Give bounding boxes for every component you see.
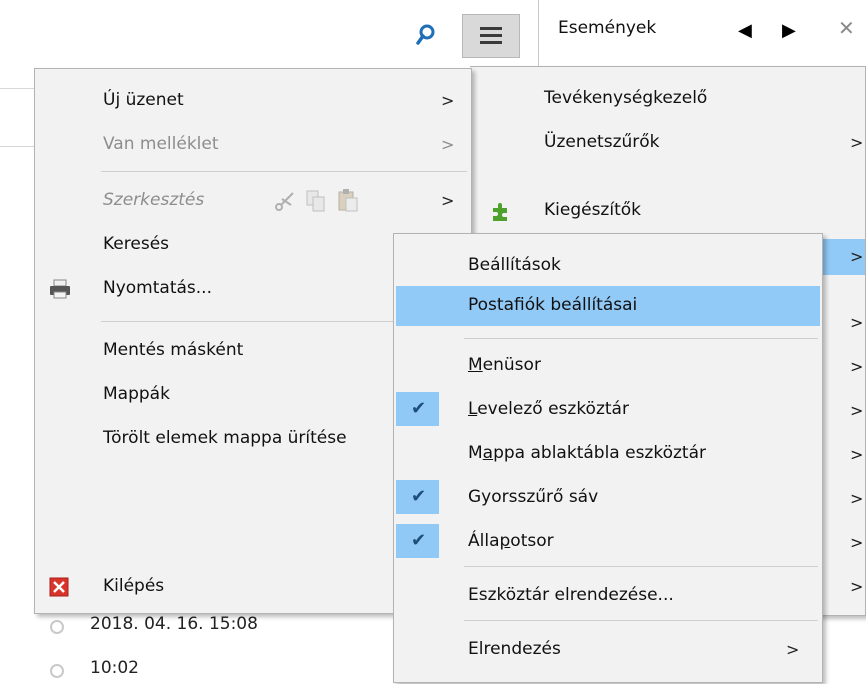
- menu-item-customize-toolbar[interactable]: Eszköztár elrendezése...: [394, 578, 822, 614]
- menu-item-menubar[interactable]: Menüsor: [394, 348, 822, 384]
- menu-item-statusbar[interactable]: ✔ Állapotsor: [394, 524, 822, 560]
- menu-item-quick-filter-bar[interactable]: ✔ Gyorsszűrő sáv: [394, 480, 822, 516]
- chevron-right-icon: >: [850, 133, 864, 152]
- events-title: Események: [558, 18, 657, 38]
- divider: [0, 146, 34, 147]
- chevron-right-icon: >: [850, 313, 864, 332]
- cut-icon[interactable]: [273, 189, 297, 213]
- menu-item-layout[interactable]: Elrendezés >: [394, 632, 822, 668]
- menu-item-account-settings[interactable]: Postafiók beállításai: [396, 286, 820, 326]
- menu-separator: [464, 620, 818, 621]
- app-menu-button[interactable]: [462, 14, 520, 58]
- quit-icon: [49, 577, 69, 597]
- check-state: ✔: [396, 480, 439, 514]
- close-icon[interactable]: ✕: [838, 16, 855, 40]
- menu-item-addons[interactable]: Kiegészítők: [470, 193, 865, 229]
- paste-icon[interactable]: [337, 187, 359, 213]
- menu-separator: [464, 566, 818, 567]
- clock-icon: [50, 620, 64, 634]
- previous-arrow-icon[interactable]: ◀: [738, 20, 752, 41]
- menu-item-mail-toolbar[interactable]: ✔ Levelező eszköztár: [394, 392, 822, 428]
- chevron-right-icon: >: [850, 445, 864, 464]
- menu-item-folder-pane-toolbar[interactable]: Mappa ablaktábla eszköztár: [394, 436, 822, 472]
- toolbar: [0, 0, 538, 66]
- copy-icon[interactable]: [305, 189, 327, 213]
- chevron-right-icon: >: [850, 247, 864, 266]
- checkmark-icon: ✔: [411, 530, 427, 551]
- chevron-right-icon: >: [786, 640, 800, 659]
- menu-separator: [101, 171, 467, 172]
- menu-item-settings[interactable]: Beállítások: [394, 248, 822, 284]
- list-item-date: 10:02: [90, 658, 139, 678]
- chevron-right-icon: >: [850, 577, 864, 596]
- hamburger-icon: [480, 27, 502, 30]
- menu-item-has-attachment: Van melléklet >: [103, 134, 455, 154]
- check-state: ✔: [396, 392, 439, 426]
- menu-item-edit[interactable]: Szerkesztés >: [35, 183, 471, 219]
- chevron-right-icon: >: [850, 357, 864, 376]
- check-state: ✔: [396, 524, 439, 558]
- clock-icon: [50, 664, 64, 678]
- checkmark-icon: ✔: [411, 398, 427, 419]
- chevron-right-icon: >: [850, 401, 864, 420]
- list-item-date: 2018. 04. 16. 15:08: [90, 614, 258, 634]
- menu-item-activity-manager[interactable]: Tevékenységkezelő: [470, 81, 865, 117]
- search-icon[interactable]: [416, 24, 436, 46]
- printer-icon: [50, 279, 70, 299]
- menu-item-new-message[interactable]: Új üzenet >: [35, 83, 471, 119]
- divider: [0, 88, 34, 89]
- chevron-right-icon: >: [441, 135, 455, 154]
- chevron-right-icon: >: [441, 191, 455, 210]
- next-arrow-icon[interactable]: ▶: [782, 20, 796, 41]
- chevron-right-icon: >: [850, 489, 864, 508]
- menu-item-message-filters[interactable]: Üzenetszűrők >: [470, 125, 865, 161]
- checkmark-icon: ✔: [411, 486, 427, 507]
- options-submenu: Beállítások Postafiók beállításai Menüso…: [393, 233, 823, 683]
- puzzle-piece-icon: [493, 203, 507, 221]
- chevron-right-icon: >: [850, 533, 864, 552]
- chevron-right-icon: >: [441, 91, 455, 110]
- menu-separator: [464, 338, 818, 339]
